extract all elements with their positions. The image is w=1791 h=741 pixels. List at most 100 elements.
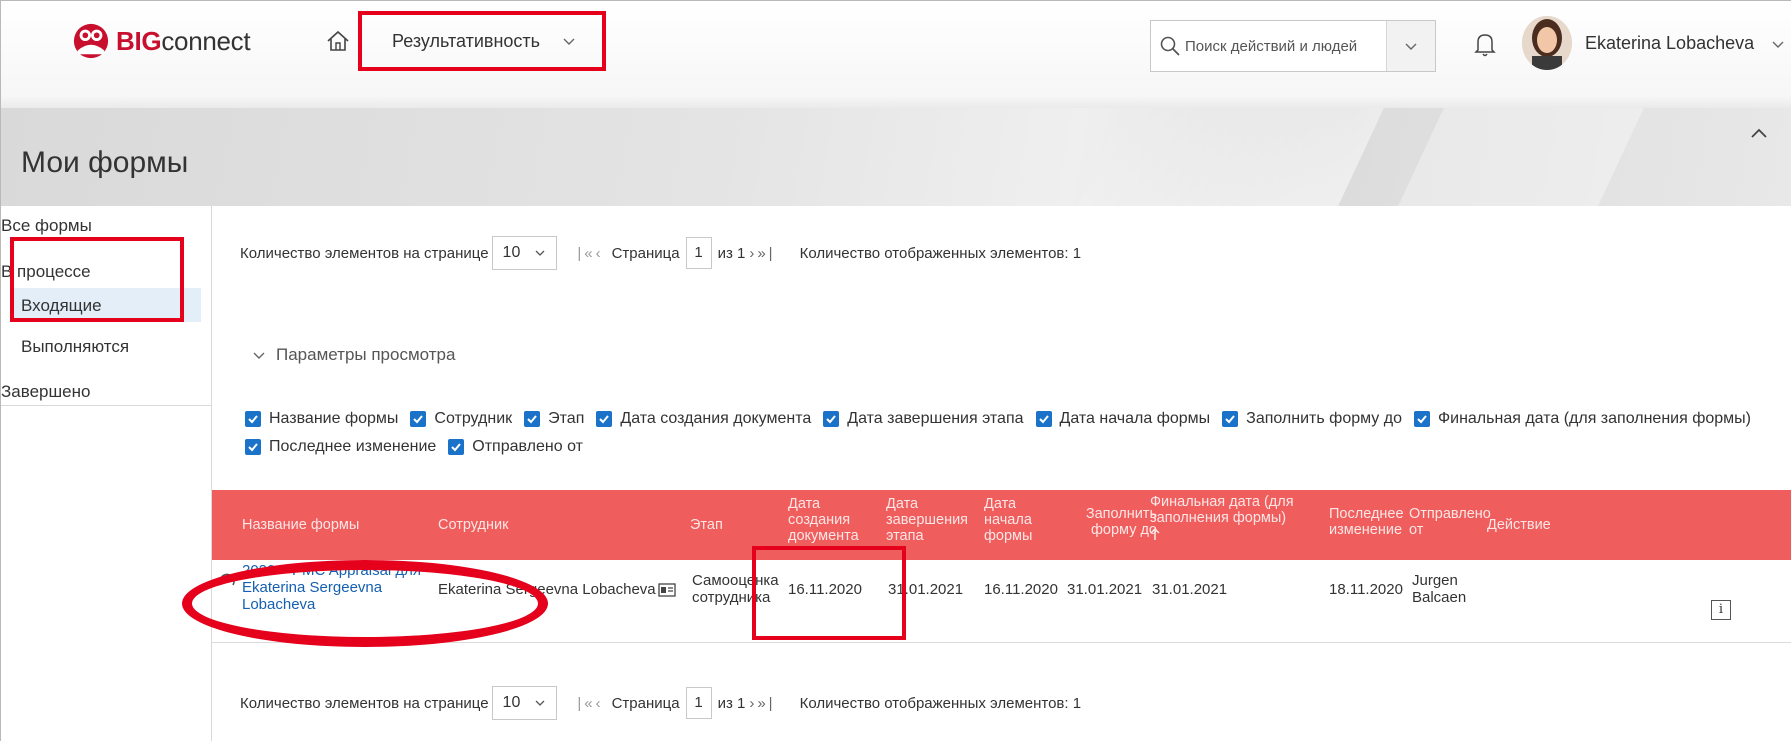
col-doc-created[interactable]: Дата создания документа xyxy=(788,496,878,544)
module-menu-label: Результативность xyxy=(392,30,541,51)
col-employee[interactable]: Сотрудник xyxy=(438,517,508,533)
checkbox-checked-icon xyxy=(245,439,261,455)
header-decoration xyxy=(1078,108,1384,206)
col-final-date[interactable]: Финальная дата (для заполнения формы) xyxy=(1150,494,1312,541)
checkbox-checked-icon xyxy=(410,411,427,427)
top-bar xyxy=(1,1,1791,109)
home-icon[interactable] xyxy=(325,28,351,54)
checkbox-label: Последнее изменение xyxy=(269,438,437,455)
checkbox-label: Финальная дата (для заполнения формы) xyxy=(1437,410,1751,427)
page-number-input[interactable]: 1 xyxy=(685,237,712,269)
table-header: Название формы Сотрудник Этап Дата созда… xyxy=(212,490,1791,560)
chevron-down-icon xyxy=(1405,43,1417,50)
checkbox-checked-icon xyxy=(1222,411,1239,427)
col-last-change[interactable]: Последнее изменение xyxy=(1329,506,1405,538)
col-stage-end[interactable]: Дата завершения этапа xyxy=(886,496,978,544)
checkbox-label: Дата начала формы xyxy=(1059,410,1211,427)
notifications-bell-icon[interactable] xyxy=(1473,30,1497,58)
column-checkbox[interactable]: Название формы xyxy=(245,406,398,432)
column-checkbox[interactable]: Последнее изменение xyxy=(245,434,436,460)
annotation-highlight-box xyxy=(752,546,906,640)
page-label: Страница xyxy=(611,694,680,712)
column-checkbox[interactable]: Этап xyxy=(524,406,584,432)
info-icon[interactable]: i xyxy=(1711,600,1731,620)
employee-card-icon[interactable] xyxy=(658,581,676,599)
checkbox-label: Дата создания документа xyxy=(620,410,812,427)
checkbox-checked-icon xyxy=(524,411,541,427)
items-per-page-select[interactable]: 10 xyxy=(491,686,558,720)
column-checkbox[interactable]: Финальная дата (для заполнения формы) xyxy=(1413,406,1751,432)
column-checkbox[interactable]: Дата завершения этапа xyxy=(823,406,1024,432)
first-prev-page-button[interactable]: |«‹ xyxy=(577,245,603,262)
fill-by-value: 31.01.2021 xyxy=(1067,581,1143,598)
displayed-count: Количество отображенных элементов: 1 xyxy=(799,694,1082,712)
view-params-toggle[interactable]: Параметры просмотра xyxy=(252,345,455,365)
next-last-page-button[interactable]: ›»| xyxy=(749,695,775,712)
search-icon xyxy=(1160,36,1180,56)
chevron-down-icon xyxy=(253,352,265,359)
nav-in-progress[interactable]: Выполняются xyxy=(21,337,129,357)
company-logo[interactable]: BIGconnect xyxy=(72,22,251,60)
nav-completed[interactable]: Завершено xyxy=(1,382,90,402)
checkbox-checked-icon xyxy=(245,411,261,427)
checkbox-label: Этап xyxy=(548,410,585,427)
col-form-start[interactable]: Дата начала формы xyxy=(984,496,1046,544)
page-total: из 1 xyxy=(717,244,746,262)
logo-mark-icon xyxy=(73,23,109,59)
col-sent-from[interactable]: Отправлено от xyxy=(1409,506,1491,538)
checkbox-checked-icon xyxy=(823,411,840,427)
checkbox-checked-icon xyxy=(1035,411,1052,427)
annotation-highlight-box xyxy=(10,237,184,322)
sort-ascending-icon xyxy=(1150,527,1160,540)
nav-all-forms[interactable]: Все формы xyxy=(1,216,92,236)
col-final-date-label: Финальная дата (для заполнения формы) xyxy=(1150,494,1294,526)
checkbox-label: Отправлено от xyxy=(472,438,583,455)
pager-top: Количество элементов на странице 10 |«‹ … xyxy=(240,236,1081,270)
column-checkbox[interactable]: Заполнить форму до xyxy=(1222,406,1402,432)
items-per-page-label: Количество элементов на странице xyxy=(240,244,489,262)
checkbox-label: Сотрудник xyxy=(434,410,513,427)
displayed-count: Количество отображенных элементов: 1 xyxy=(799,244,1082,262)
search-input[interactable]: Поиск действий и людей xyxy=(1151,21,1387,71)
page-title: Мои формы xyxy=(21,146,189,179)
items-per-page-select[interactable]: 10 xyxy=(491,236,558,270)
chevron-down-icon xyxy=(563,38,575,45)
search-placeholder: Поиск действий и людей xyxy=(1185,37,1358,55)
final-date-value: 31.01.2021 xyxy=(1152,581,1228,598)
avatar-photo xyxy=(1522,16,1572,70)
items-per-page-value: 10 xyxy=(502,694,521,711)
column-checkbox[interactable]: Сотрудник xyxy=(410,406,512,432)
search-scope-dropdown[interactable] xyxy=(1387,21,1435,71)
checkbox-label: Заполнить форму до xyxy=(1246,410,1402,427)
logo-text: BIGconnect xyxy=(116,25,251,56)
items-per-page-value: 10 xyxy=(502,244,521,261)
user-name-menu[interactable]: Ekaterina Lobacheva xyxy=(1585,33,1754,54)
checkbox-checked-icon xyxy=(1413,411,1430,427)
col-actions: Действие xyxy=(1487,517,1551,533)
chevron-down-icon[interactable] xyxy=(1771,37,1785,51)
first-prev-page-button[interactable]: |«‹ xyxy=(577,695,603,712)
column-checkbox[interactable]: Дата создания документа xyxy=(596,406,811,432)
module-menu-button[interactable]: Результативность xyxy=(358,11,606,71)
column-checkbox[interactable]: Дата начала формы xyxy=(1035,406,1211,432)
next-last-page-button[interactable]: ›»| xyxy=(749,245,775,262)
page-total: из 1 xyxy=(717,694,746,712)
page-number-input[interactable]: 1 xyxy=(685,687,712,719)
chevron-down-icon xyxy=(535,250,545,256)
form-start-value: 16.11.2020 xyxy=(984,581,1058,598)
chevron-up-icon[interactable] xyxy=(1747,122,1771,146)
checkbox-label: Название формы xyxy=(269,410,399,427)
col-form-name[interactable]: Название формы xyxy=(242,517,359,533)
header-decoration xyxy=(1398,108,1644,206)
items-per-page-label: Количество элементов на странице xyxy=(240,694,489,712)
user-avatar[interactable] xyxy=(1522,16,1572,70)
col-stage[interactable]: Этап xyxy=(690,517,723,533)
column-checkbox-list: Название формы Сотрудник Этап Дата создания… xyxy=(245,406,1785,462)
page-label: Страница xyxy=(611,244,680,262)
checkbox-label: Дата завершения этапа xyxy=(847,410,1024,427)
annotation-ellipse xyxy=(182,560,548,647)
column-checkbox[interactable]: Отправлено от xyxy=(448,434,583,460)
sent-from-value: Jurgen Balcaen xyxy=(1412,572,1467,606)
global-search: Поиск действий и людей xyxy=(1150,20,1436,72)
col-fill-by[interactable]: Заполнить форму до xyxy=(1067,506,1157,538)
